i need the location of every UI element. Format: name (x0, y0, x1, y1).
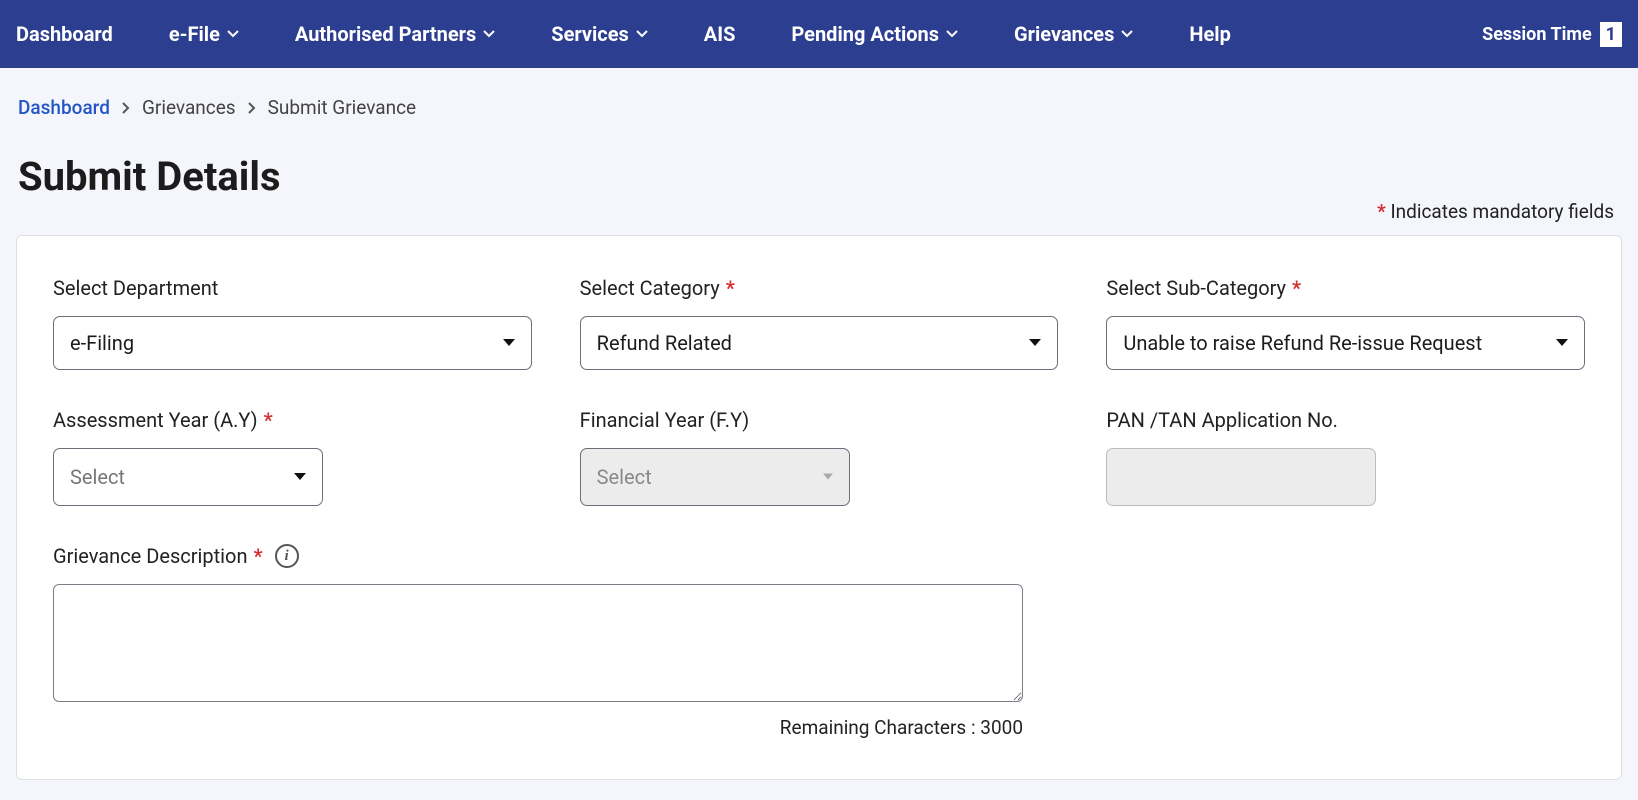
field-subcategory: Select Sub-Category * Unable to raise Re… (1106, 276, 1585, 370)
select-value: Refund Related (597, 331, 732, 355)
caret-down-icon (1556, 339, 1568, 347)
caret-down-icon (1029, 339, 1041, 347)
form-row: Select Department e-Filing Select Catego… (53, 276, 1585, 370)
field-financial-year: Financial Year (F.Y) Select (580, 408, 1059, 506)
field-label: Select Sub-Category * (1106, 276, 1585, 300)
nav-authorised-partners[interactable]: Authorised Partners (267, 22, 523, 46)
form-row: Assessment Year (A.Y) * Select Financial… (53, 408, 1585, 506)
caret-down-icon (294, 473, 306, 481)
field-department: Select Department e-Filing (53, 276, 532, 370)
mandatory-note-text: Indicates mandatory fields (1390, 200, 1614, 223)
nav-label: Pending Actions (791, 22, 939, 46)
field-label: Assessment Year (A.Y) * (53, 408, 532, 432)
field-label: Financial Year (F.Y) (580, 408, 1059, 432)
caret-down-icon (823, 474, 833, 481)
nav-label: Help (1189, 22, 1230, 46)
top-navbar: Dashboard e-File Authorised Partners Ser… (0, 0, 1638, 68)
session-time: Session Time 1 (1482, 22, 1622, 47)
page-title: Submit Details (0, 119, 1638, 200)
required-star: * (726, 276, 735, 300)
session-time-label: Session Time (1482, 24, 1592, 45)
breadcrumb-dashboard[interactable]: Dashboard (18, 96, 110, 119)
chevron-down-icon (946, 30, 958, 38)
field-label: Select Department (53, 276, 532, 300)
chevron-right-icon (248, 96, 256, 119)
nav-ais[interactable]: AIS (676, 22, 764, 46)
remaining-characters: Remaining Characters : 3000 (53, 716, 1023, 739)
select-placeholder: Select (70, 465, 125, 489)
field-pan-tan: PAN /TAN Application No. (1106, 408, 1585, 506)
field-grievance-description: Grievance Description * i Remaining Char… (53, 544, 1585, 739)
caret-down-icon (503, 339, 515, 347)
financial-year-select: Select (580, 448, 850, 506)
department-select[interactable]: e-Filing (53, 316, 532, 370)
field-label: Select Category * (580, 276, 1059, 300)
chevron-down-icon (483, 30, 495, 38)
nav-label: AIS (704, 22, 736, 46)
nav-grievances[interactable]: Grievances (986, 22, 1161, 46)
field-assessment-year: Assessment Year (A.Y) * Select (53, 408, 532, 506)
nav-help[interactable]: Help (1161, 22, 1258, 46)
nav-label: e-File (169, 22, 220, 46)
field-category: Select Category * Refund Related (580, 276, 1059, 370)
nav-services[interactable]: Services (523, 22, 676, 46)
field-label: Grievance Description * i (53, 544, 1585, 568)
info-icon[interactable]: i (275, 544, 299, 568)
form-card: Select Department e-Filing Select Catego… (16, 235, 1622, 780)
nav-label: Dashboard (16, 22, 113, 46)
nav-efile[interactable]: e-File (141, 22, 267, 46)
nav-pending-actions[interactable]: Pending Actions (763, 22, 986, 46)
required-star: * (264, 408, 273, 432)
breadcrumb-grievances[interactable]: Grievances (142, 96, 236, 119)
required-star: * (1377, 200, 1386, 223)
breadcrumb: Dashboard Grievances Submit Grievance (0, 68, 1638, 119)
breadcrumb-submit-grievance: Submit Grievance (268, 96, 417, 119)
assessment-year-select[interactable]: Select (53, 448, 323, 506)
grievance-description-textarea[interactable] (53, 584, 1023, 702)
mandatory-note: * Indicates mandatory fields (0, 200, 1638, 231)
chevron-right-icon (122, 96, 130, 119)
subcategory-select[interactable]: Unable to raise Refund Re-issue Request (1106, 316, 1585, 370)
nav-label: Grievances (1014, 22, 1114, 46)
chevron-down-icon (227, 30, 239, 38)
required-star: * (254, 544, 263, 568)
nav-label: Authorised Partners (295, 22, 476, 46)
nav-label: Services (551, 22, 629, 46)
nav-dashboard[interactable]: Dashboard (16, 22, 141, 46)
chevron-down-icon (1121, 30, 1133, 38)
category-select[interactable]: Refund Related (580, 316, 1059, 370)
select-value: Unable to raise Refund Re-issue Request (1123, 331, 1482, 355)
field-label: PAN /TAN Application No. (1106, 408, 1585, 432)
pan-tan-input (1106, 448, 1376, 506)
session-time-value: 1 (1600, 22, 1622, 47)
select-value: e-Filing (70, 331, 134, 355)
chevron-down-icon (636, 30, 648, 38)
required-star: * (1292, 276, 1301, 300)
select-placeholder: Select (597, 465, 652, 489)
